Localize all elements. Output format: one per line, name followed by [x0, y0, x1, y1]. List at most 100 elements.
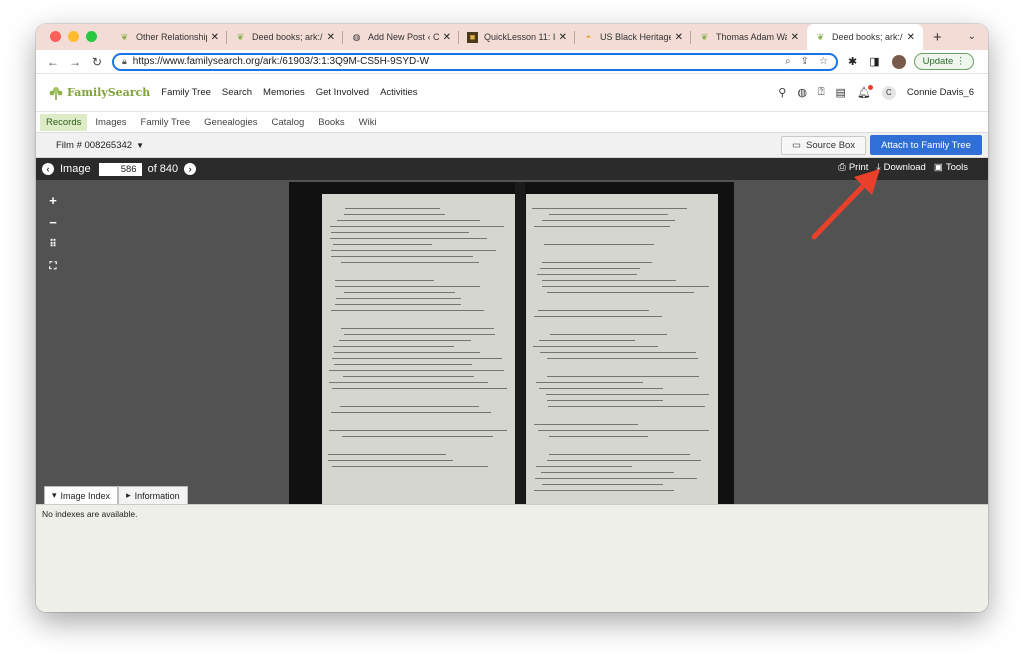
information-tab[interactable]: ▸ Information: [118, 486, 188, 504]
close-tab-icon[interactable]: ✕: [443, 32, 451, 43]
handwriting-line: [539, 340, 635, 341]
image-label: Image: [60, 163, 91, 175]
zoom-in-button[interactable]: +: [49, 194, 57, 208]
minimize-window-button[interactable]: [68, 31, 79, 42]
previous-image-icon[interactable]: ‹: [42, 163, 54, 175]
image-viewer[interactable]: + − ⠿ ⛶: [36, 180, 988, 504]
handwriting-line: [534, 316, 662, 317]
new-tab-button[interactable]: +: [923, 29, 952, 50]
handwriting-line: [533, 346, 659, 347]
tab-strip: ❦ Other Relationships ✕ ❦ Deed books; ar…: [36, 24, 988, 50]
browser-tab[interactable]: ■ QuickLesson 11: Ide ✕: [459, 24, 575, 50]
image-index-label: Image Index: [60, 490, 111, 501]
download-label: Download: [883, 162, 926, 173]
tools-button[interactable]: ▣ Tools: [934, 162, 968, 173]
subnav-family-tree[interactable]: Family Tree: [135, 114, 197, 131]
attach-to-family-tree-button[interactable]: Attach to Family Tree: [870, 135, 982, 155]
browser-tab[interactable]: ◍ Add New Post ‹ Con ✕: [343, 24, 459, 50]
film-number: Film # 008265342: [56, 139, 133, 151]
extensions-puzzle-icon[interactable]: ✱: [848, 55, 857, 68]
close-tab-icon[interactable]: ✕: [675, 32, 683, 43]
user-avatar[interactable]: C: [881, 85, 896, 100]
subnav-wiki[interactable]: Wiki: [353, 114, 383, 131]
handwriting-line: [549, 454, 690, 455]
subnav-genealogies[interactable]: Genealogies: [198, 114, 263, 131]
tab-title: Deed books; ark:/61: [832, 32, 903, 42]
zoom-out-button[interactable]: −: [49, 216, 57, 230]
browser-tab-active[interactable]: ❦ Deed books; ark:/61 ✕: [807, 24, 923, 50]
image-number-input[interactable]: [98, 162, 142, 176]
subnav-catalog[interactable]: Catalog: [266, 114, 311, 131]
handwriting-line: [537, 274, 637, 275]
main-nav: Family Tree Search Memories Get Involved…: [161, 87, 417, 98]
browser-tab[interactable]: ❦ Thomas Adam Walk ✕: [691, 24, 807, 50]
update-label: Update: [922, 56, 954, 67]
globe-icon[interactable]: ◍: [797, 86, 807, 99]
handwriting-line: [549, 214, 668, 215]
nav-family-tree[interactable]: Family Tree: [161, 87, 211, 98]
close-tab-icon[interactable]: ✕: [907, 32, 915, 43]
handwriting-line: [549, 436, 648, 437]
print-button[interactable]: ⎙ Print: [838, 162, 868, 173]
close-tab-icon[interactable]: ✕: [327, 32, 335, 43]
close-tab-icon[interactable]: ✕: [791, 32, 799, 43]
handwriting-line: [344, 208, 441, 209]
handwriting-line: [547, 460, 702, 461]
update-button[interactable]: Update ⋮: [913, 53, 975, 70]
fullscreen-icon[interactable]: ⛶: [50, 260, 57, 274]
handwriting-line: [328, 454, 447, 455]
nav-memories[interactable]: Memories: [263, 87, 305, 98]
forward-arrow-icon[interactable]: →: [64, 55, 86, 69]
download-button[interactable]: ⤓ Download: [876, 162, 925, 173]
browser-tab[interactable]: ❦ Other Relationships ✕: [111, 24, 227, 50]
film-selector[interactable]: Film # 008265342 ▼: [56, 140, 144, 151]
handwriting-line: [331, 310, 485, 311]
profile-avatar[interactable]: [891, 54, 906, 69]
zoom-icon[interactable]: ⌕: [785, 56, 791, 67]
lock-icon[interactable]: 🔒︎: [122, 56, 127, 67]
download-icon: ⤓: [876, 162, 881, 173]
bookmark-star-icon[interactable]: ☆: [819, 56, 828, 67]
browser-tab[interactable]: ◓ US Black Heritage ✕: [575, 24, 691, 50]
share-icon[interactable]: ⇪: [801, 56, 809, 67]
url-input[interactable]: 🔒︎ https://www.familysearch.org/ark:/619…: [112, 52, 838, 71]
subnav-books[interactable]: Books: [312, 114, 350, 131]
tab-search-icon[interactable]: ⌄: [968, 31, 976, 42]
handwriting-line: [332, 346, 455, 347]
image-index-tab[interactable]: ▾ Image Index: [44, 486, 119, 504]
subnav-images[interactable]: Images: [89, 114, 132, 131]
close-tab-icon[interactable]: ✕: [211, 32, 219, 43]
handwriting-line: [547, 292, 695, 293]
left-page: [322, 194, 517, 504]
notifications-bell-icon[interactable]: 🔔︎: [857, 85, 873, 99]
handwriting-line: [541, 484, 663, 485]
nav-activities[interactable]: Activities: [380, 87, 417, 98]
handwriting-line: [534, 226, 670, 227]
help-icon[interactable]: ⍰: [818, 86, 825, 99]
maximize-window-button[interactable]: [86, 31, 97, 42]
close-window-button[interactable]: [50, 31, 61, 42]
back-arrow-icon[interactable]: ←: [42, 55, 64, 69]
familysearch-logo[interactable]: FamilySearch: [48, 85, 150, 101]
caret-down-icon: ▾: [52, 490, 57, 500]
nav-search[interactable]: Search: [222, 87, 252, 98]
familysearch-tree-icon: ❦: [120, 31, 129, 42]
side-panel-icon[interactable]: ◨: [869, 55, 879, 68]
next-image-icon[interactable]: ›: [184, 163, 197, 175]
handwriting-line: [542, 262, 652, 263]
username[interactable]: Connie Davis_6: [907, 87, 974, 98]
handwriting-line: [328, 430, 507, 431]
source-box-button[interactable]: ▭ Source Box: [781, 136, 867, 155]
location-pin-icon[interactable]: ⚲: [778, 86, 786, 99]
browser-tab[interactable]: ❦ Deed books; ark:/61 ✕: [227, 24, 343, 50]
reload-icon[interactable]: ↻: [86, 55, 108, 69]
close-tab-icon[interactable]: ✕: [559, 32, 567, 43]
handwriting-line: [544, 244, 654, 245]
grid-view-icon[interactable]: ⠿: [49, 238, 56, 252]
nav-get-involved[interactable]: Get Involved: [316, 87, 369, 98]
messages-icon[interactable]: ▤: [836, 86, 846, 99]
window-controls: [36, 31, 111, 50]
book-gutter: [515, 182, 525, 504]
handwriting-line: [534, 478, 698, 479]
subnav-records[interactable]: Records: [40, 113, 88, 131]
